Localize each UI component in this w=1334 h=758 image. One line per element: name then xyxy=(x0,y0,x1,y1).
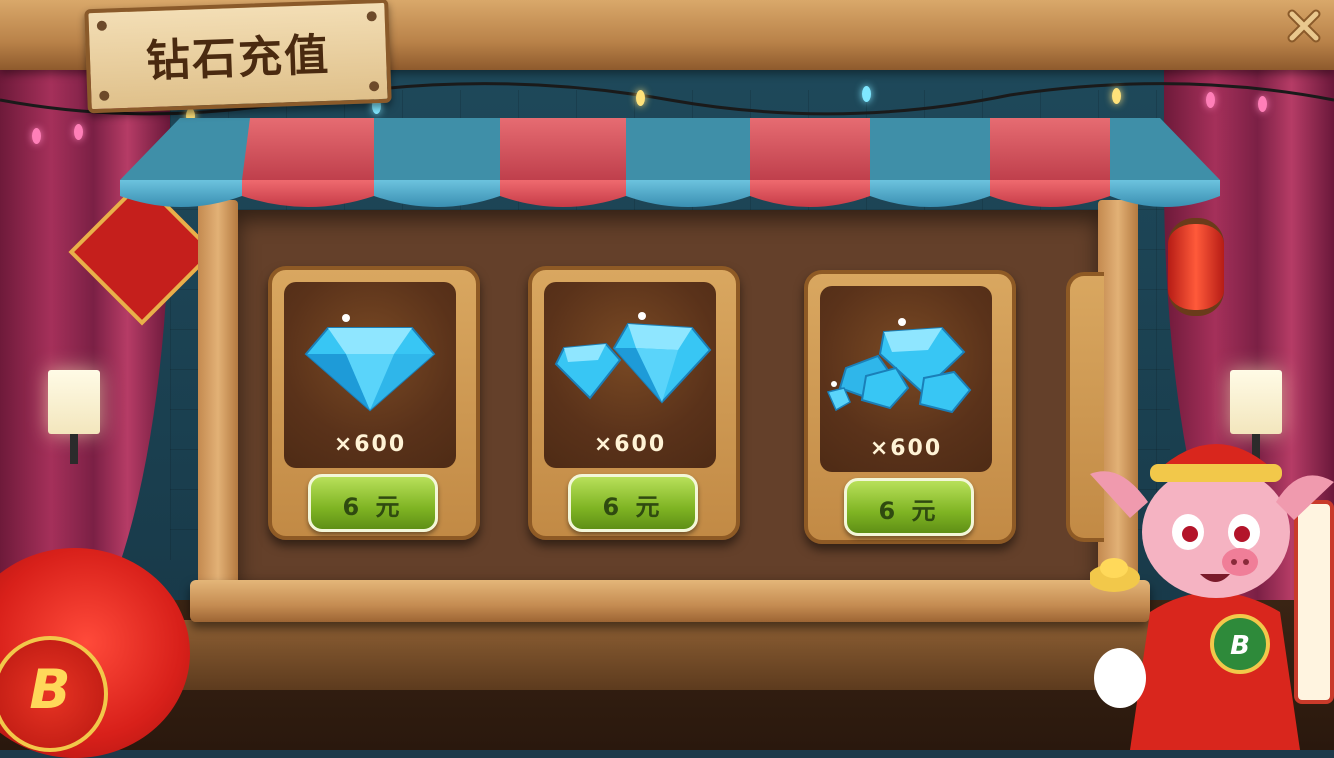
shop-item-panel: ×600 xyxy=(544,282,716,468)
wall-lamp-left-arm xyxy=(70,434,78,464)
striped-awning xyxy=(120,118,1220,207)
light-bulb xyxy=(32,128,41,144)
light-bulb xyxy=(862,86,871,102)
price-label: 6 元 xyxy=(878,497,940,525)
shop-item-card[interactable]: ×600 6 元 xyxy=(804,270,1016,544)
buy-button[interactable]: 6 元 xyxy=(308,474,438,532)
close-button[interactable] xyxy=(1284,6,1324,46)
shop-item-panel: ×600 xyxy=(820,286,992,472)
price-label: 6 元 xyxy=(342,493,404,521)
light-bulb xyxy=(1112,88,1121,104)
close-x-icon xyxy=(1287,9,1321,43)
light-bulb xyxy=(1258,96,1267,112)
light-bulb xyxy=(636,90,645,106)
stall-post-left xyxy=(198,200,238,610)
wall-lamp-left xyxy=(48,370,100,434)
nail xyxy=(99,90,110,101)
shop-item-card[interactable]: ×600 6 元 xyxy=(268,266,480,540)
double-diamond-icon xyxy=(554,312,712,404)
price-label: 6 元 xyxy=(602,493,664,521)
single-diamond-icon xyxy=(304,314,436,412)
shop-item-panel: ×600 xyxy=(284,282,456,468)
light-bulb xyxy=(1206,92,1215,108)
counter-front xyxy=(180,620,1160,690)
shop-item-card[interactable]: ×600 6 元 xyxy=(528,266,740,540)
title-sign: 钻石充值 xyxy=(84,0,392,114)
diamond-pile-icon xyxy=(826,318,972,414)
counter-top xyxy=(190,580,1150,622)
brand-logo-badge: B xyxy=(0,636,108,752)
pig-mascot-icon: B xyxy=(1090,444,1334,750)
item-count: ×600 xyxy=(333,432,407,457)
red-lantern-icon xyxy=(1168,218,1224,316)
brand-logo-letter: B xyxy=(29,658,71,721)
light-bulb xyxy=(74,124,83,140)
page-title: 钻石充值 xyxy=(145,29,331,88)
buy-button[interactable]: 6 元 xyxy=(568,474,698,532)
item-count: ×600 xyxy=(593,432,667,457)
buy-button[interactable]: 6 元 xyxy=(844,478,974,536)
svg-text:B: B xyxy=(1230,631,1250,661)
item-count: ×600 xyxy=(869,436,943,461)
nail xyxy=(368,81,380,92)
